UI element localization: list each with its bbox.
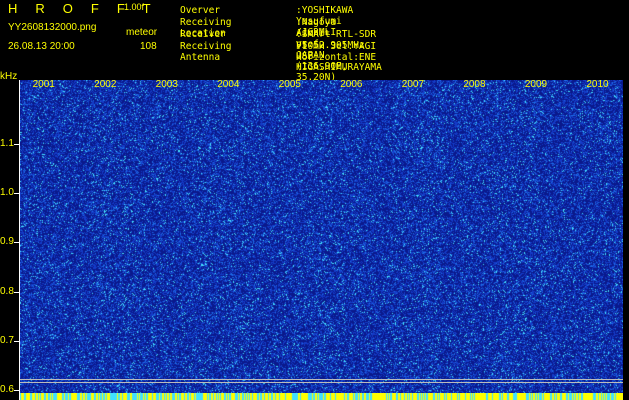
y-tick-label: 1.0	[0, 187, 14, 199]
hrofft-window: H R O F F T 1.00f YY2608132000.png meteo…	[0, 0, 629, 400]
y-tick-mark	[14, 242, 19, 244]
x-tick-label: 2003	[155, 79, 178, 90]
file-name: YY2608132000.png	[8, 22, 97, 33]
signal-level-strip	[20, 390, 623, 400]
y-tick-label: 1.1	[0, 138, 14, 149]
y-axis-unit: kHz	[0, 71, 18, 82]
info-label: Receiver	[180, 29, 226, 40]
capture-datetime: 26.08.13 20:00	[8, 41, 75, 52]
x-tick-label: 2006	[340, 79, 363, 90]
spectrogram-heatmap	[20, 80, 623, 400]
y-tick-label: 0.8	[0, 285, 14, 297]
x-tick-label: 2007	[401, 79, 425, 90]
meteor-count: 108	[140, 41, 157, 52]
info-label: Overver	[180, 5, 221, 16]
y-tick-mark	[14, 291, 19, 293]
y-tick-label: 0.9	[0, 236, 14, 248]
x-tick-label: 2004	[217, 79, 240, 90]
y-tick-label: 0.6	[0, 384, 14, 396]
x-tick-label: 2005	[278, 79, 301, 90]
reference-line	[20, 382, 623, 384]
x-tick-label: 2002	[94, 79, 117, 90]
reference-line	[20, 378, 623, 380]
y-tick-mark	[14, 390, 19, 392]
y-tick-label: 0.7	[0, 334, 14, 346]
spectrogram-plot	[20, 80, 623, 400]
x-tick-label: 2009	[524, 79, 548, 90]
info-value: :10mH 3el.YAGI Horizontal:ENE	[296, 41, 377, 63]
x-tick-label: 2001	[32, 79, 55, 90]
x-tick-label: 2008	[463, 79, 486, 90]
detection-mode: meteor	[126, 27, 158, 38]
y-tick-mark	[14, 144, 19, 145]
y-tick-mark	[14, 193, 19, 195]
signal-level-strip-canvas	[20, 393, 623, 400]
x-tick-label: 2010	[586, 79, 609, 90]
y-axis-line	[19, 80, 20, 400]
info-label: Receiving Antenna	[180, 41, 232, 63]
y-tick-mark	[14, 340, 19, 342]
app-version: 1.00f	[124, 2, 145, 12]
